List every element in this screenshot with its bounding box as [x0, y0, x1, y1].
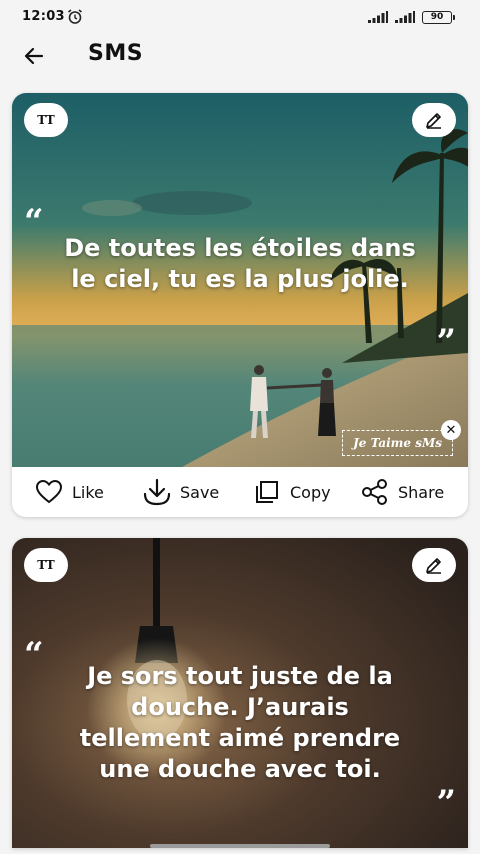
signal-icon [395, 11, 415, 23]
font-style-button[interactable]: TT [24, 548, 68, 582]
card-image[interactable]: TT “ Je sors tout juste de la douche. J’… [12, 538, 468, 848]
pencil-icon [426, 113, 441, 129]
card-image[interactable]: TT “ De toutes les étoiles dans le ciel,… [12, 93, 468, 467]
copy-icon [256, 481, 278, 503]
quote-text: Je sors tout juste de la douche. J’aurai… [79, 662, 401, 783]
sms-card: TT “ De toutes les étoiles dans le ciel,… [12, 93, 468, 517]
watermark-close-icon[interactable]: ✕ [441, 420, 461, 440]
edit-button[interactable] [412, 548, 456, 582]
app-bar: SMS [0, 34, 480, 78]
quote-open-icon: “ [24, 202, 44, 242]
share-icon [362, 479, 387, 505]
download-icon [143, 478, 171, 506]
like-label: Like [72, 482, 104, 502]
like-button[interactable]: Like [34, 477, 104, 507]
save-button[interactable]: Save [142, 477, 219, 507]
pencil-icon [426, 558, 441, 574]
quote-open-icon: “ [24, 635, 44, 675]
status-bar: 12:03 90 [0, 0, 480, 34]
share-label: Share [398, 482, 445, 502]
signal-icon [368, 11, 388, 23]
watermark-label[interactable]: Je Taime sMs [342, 430, 453, 456]
quote-text: De toutes les étoiles dans le ciel, tu e… [64, 234, 416, 293]
edit-button[interactable] [412, 103, 456, 137]
quote-close-icon: ” [436, 783, 456, 823]
font-style-button[interactable]: TT [24, 103, 68, 137]
sms-card: TT “ Je sors tout juste de la douche. J’… [12, 538, 468, 848]
back-arrow-icon[interactable] [22, 44, 46, 68]
quote-close-icon: ” [436, 322, 456, 362]
page-title: SMS [88, 41, 144, 66]
save-label: Save [180, 482, 220, 502]
status-time: 12:03 [22, 9, 65, 24]
heart-icon [35, 479, 63, 504]
share-button[interactable]: Share [360, 477, 444, 507]
battery-icon: 90 [422, 11, 455, 24]
home-indicator[interactable] [150, 844, 330, 848]
action-bar: Like Save Copy Share [12, 467, 468, 517]
copy-button[interactable]: Copy [252, 477, 331, 507]
alarm-icon [68, 9, 82, 24]
copy-label: Copy [290, 482, 331, 502]
